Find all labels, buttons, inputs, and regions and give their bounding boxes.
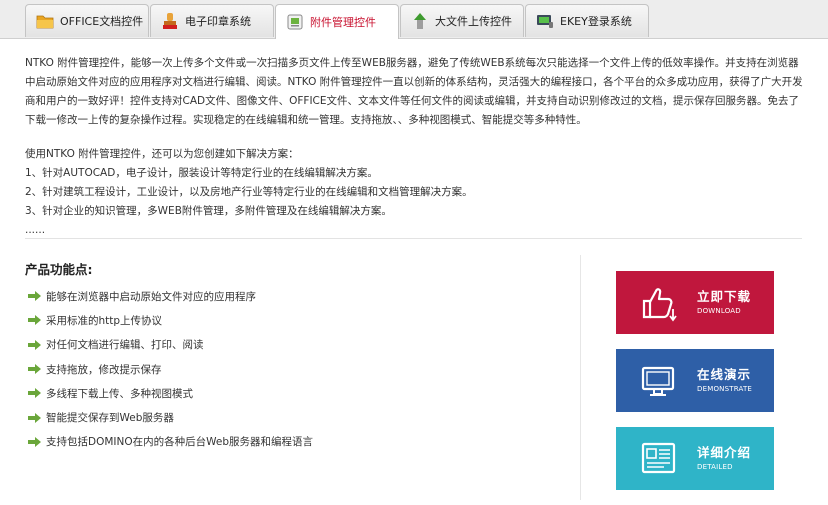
ekey-icon (536, 12, 554, 30)
tab-ekey-login[interactable]: EKEY登录系统 (525, 4, 649, 37)
demo-sublabel: DEMONSTRATE (697, 384, 753, 393)
green-arrow-icon (28, 339, 41, 350)
list-item: 多线程下载上传、多种视图模式 (28, 381, 313, 405)
list-item: 对任何文档进行编辑、打印、阅读 (28, 333, 313, 357)
intro-paragraph: NTKO 附件管理控件，能够一次上传多个文件或一次扫描多页文件上传至WEB服务器… (25, 57, 803, 126)
tab-bar: OFFICE文档控件 电子印章系统 附件管理控件 大文件上传控件 EKEY登录系… (0, 0, 828, 39)
download-button[interactable]: 立即下载 DOWNLOAD (616, 271, 774, 334)
tab-office-control[interactable]: OFFICE文档控件 (25, 4, 149, 37)
features-list: 能够在浏览器中启动原始文件对应的应用程序 采用标准的http上传协议 对任何文档… (28, 284, 313, 454)
tab-label: 大文件上传控件 (435, 15, 512, 28)
list-item: 支持包括DOMINO在内的各种后台Web服务器和编程语言 (28, 430, 313, 454)
download-label: 立即下载 (697, 288, 752, 304)
solutions-lead: 使用NTKO 附件管理控件，还可以为您创建如下解决方案： (25, 148, 299, 160)
green-arrow-icon (28, 412, 41, 423)
list-item: 智能提交保存到Web服务器 (28, 405, 313, 429)
detail-label: 详细介绍 (697, 444, 752, 460)
intro-section: NTKO 附件管理控件，能够一次上传多个文件或一次扫描多页文件上传至WEB服务器… (25, 54, 805, 240)
details-button[interactable]: 详细介绍 DETAILED (616, 427, 774, 490)
tab-large-file-upload[interactable]: 大文件上传控件 (400, 4, 524, 37)
feature-text: 支持包括DOMINO在内的各种后台Web服务器和编程语言 (46, 436, 314, 449)
feature-text: 多线程下载上传、多种视图模式 (46, 387, 193, 400)
folder-icon (36, 12, 54, 30)
list-item: 采用标准的http上传协议 (28, 308, 313, 332)
green-arrow-icon (28, 364, 41, 375)
tab-e-seal-system[interactable]: 电子印章系统 (150, 4, 274, 37)
list-item: 支持拖放，修改提示保存 (28, 357, 313, 381)
feature-text: 能够在浏览器中启动原始文件对应的应用程序 (46, 290, 256, 303)
green-arrow-icon (28, 291, 41, 302)
tab-label: EKEY登录系统 (560, 15, 632, 28)
detail-sublabel: DETAILED (697, 462, 733, 471)
solution-item: 3、针对企业的知识管理，多WEB附件管理，多附件管理及在线编辑解决方案。 (25, 205, 392, 217)
thumbs-up-download-icon (639, 283, 679, 323)
column-divider (580, 255, 581, 500)
tab-attachment-control[interactable]: 附件管理控件 (275, 4, 399, 39)
document-card-icon (639, 439, 679, 479)
green-arrow-icon (28, 388, 41, 399)
solution-item: 2、针对建筑工程设计，工业设计，以及房地产行业等特定行业的在线编辑和文档管理解决… (25, 186, 473, 198)
demo-text: 在线演示 DEMONSTRATE (697, 367, 752, 395)
detail-text: 详细介绍 DETAILED (697, 445, 751, 473)
green-arrow-icon (28, 436, 41, 447)
demo-label: 在线演示 (697, 366, 752, 382)
green-arrow-icon (28, 315, 41, 326)
list-item: 能够在浏览器中启动原始文件对应的应用程序 (28, 284, 313, 308)
tab-label: 电子印章系统 (185, 15, 251, 28)
attachment-icon (286, 13, 304, 31)
feature-text: 支持拖放，修改提示保存 (46, 363, 162, 376)
tab-label: OFFICE文档控件 (60, 15, 144, 28)
upload-icon (411, 12, 429, 30)
solution-item: 1、针对AUTOCAD，电子设计，服装设计等特定行业的在线编辑解决方案。 (25, 167, 378, 179)
online-demo-button[interactable]: 在线演示 DEMONSTRATE (616, 349, 774, 412)
seal-icon (161, 12, 179, 30)
feature-text: 智能提交保存到Web服务器 (46, 412, 174, 425)
feature-text: 采用标准的http上传协议 (46, 314, 163, 327)
download-sublabel: DOWNLOAD (697, 306, 741, 315)
tab-label: 附件管理控件 (310, 16, 376, 29)
section-divider (25, 238, 802, 239)
features-title: 产品功能点: (25, 262, 93, 277)
download-text: 立即下载 DOWNLOAD (697, 289, 751, 317)
monitor-icon (639, 361, 679, 401)
feature-text: 对任何文档进行编辑、打印、阅读 (46, 339, 204, 352)
